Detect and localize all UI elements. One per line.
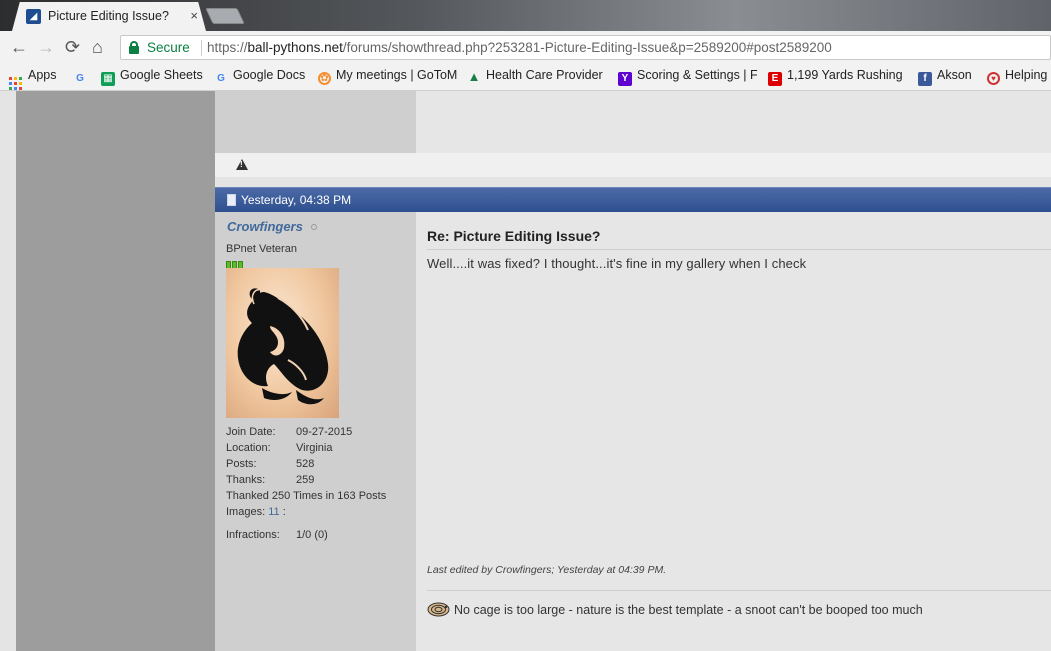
bookmark-gotomeeting[interactable]: ✿ My meetings | GoToM <box>318 68 457 85</box>
username-link[interactable]: Crowfingers <box>227 219 303 234</box>
post-body: Re: Picture Editing Issue? Well....it wa… <box>416 212 1051 651</box>
bookmark-label: Helping <box>1005 68 1048 82</box>
stat-thanked: Thanked 250 Times in 163 Posts <box>226 490 387 502</box>
user-avatar[interactable] <box>226 268 339 418</box>
browser-tab[interactable]: ◢ Picture Editing Issue? × <box>12 2 206 31</box>
post-title: Re: Picture Editing Issue? <box>427 228 601 244</box>
page-left-gutter <box>16 91 215 651</box>
url-text[interactable]: https://ball-pythons.net/forums/showthre… <box>207 40 832 55</box>
images-count-link[interactable]: 11 <box>268 506 279 518</box>
signature-divider <box>427 590 1051 591</box>
user-title: BPnet Veteran <box>226 243 297 255</box>
mountain-icon: ▲ <box>467 69 481 84</box>
apps-grid-icon <box>9 77 22 90</box>
url-path: /forums/showthread.php?253281-Picture-Ed… <box>342 40 832 55</box>
post-message: Well....it was fixed? I thought...it's f… <box>427 256 807 271</box>
yahoo-y-icon: Y <box>618 72 632 86</box>
tab-title: Picture Editing Issue? <box>48 9 169 23</box>
back-arrow-icon[interactable]: ← <box>10 37 28 57</box>
bookmark-label: My meetings | GoToM <box>336 68 458 82</box>
bookmark-label: Google Docs <box>233 68 306 82</box>
last-edited-note: Last edited by Crowfingers; Yesterday at… <box>427 564 667 576</box>
bookmark-helping[interactable]: ♥ Helping <box>987 68 1047 85</box>
bookmark-label: Google Sheets <box>120 68 203 82</box>
heart-badge-icon: ♥ <box>987 72 1000 85</box>
bookmark-espn[interactable]: E 1,199 Yards Rushing <box>768 68 903 86</box>
facebook-f-icon: f <box>918 72 932 86</box>
bookmark-label: 1,199 Yards Rushing <box>787 68 903 82</box>
bookmark-health-care[interactable]: ▲ Health Care Provider <box>467 68 603 84</box>
omnibox-divider <box>201 40 202 56</box>
post-userinfo: Crowfingers BPnet Veteran Join Date: 09-… <box>215 212 416 651</box>
bookmark-label: Apps <box>28 68 57 82</box>
forward-arrow-icon[interactable]: → <box>37 37 55 57</box>
previous-post-userinfo <box>215 91 416 153</box>
title-divider <box>427 249 1051 250</box>
address-bar[interactable]: Secure https://ball-pythons.net/forums/s… <box>120 35 1051 60</box>
snake-silhouette-icon <box>237 288 329 405</box>
new-tab-button[interactable] <box>205 8 245 24</box>
reload-icon[interactable]: ⟳ <box>65 37 80 57</box>
url-scheme: https:// <box>207 40 248 55</box>
user-signature: No cage is too large - nature is the bes… <box>454 603 923 617</box>
home-icon[interactable]: ⌂ <box>92 37 103 57</box>
offline-status-icon <box>311 224 317 230</box>
lock-icon[interactable] <box>129 41 139 54</box>
tab-strip: ◢ Picture Editing Issue? × <box>0 0 1051 31</box>
bookmark-label: Akson <box>937 68 972 82</box>
site-favicon-icon: ◢ <box>26 9 41 24</box>
close-tab-icon[interactable]: × <box>190 8 198 23</box>
forum-page: Yesterday, 04:38 PM Crowfingers BPnet Ve… <box>0 91 1051 651</box>
google-g-icon: G <box>76 73 84 84</box>
stat-images: Images: 11 : <box>226 506 286 518</box>
bookmark-akson[interactable]: f Akson <box>918 68 972 86</box>
bookmark-yahoo-scoring[interactable]: Y Scoring & Settings | F <box>618 68 758 86</box>
previous-post-footer <box>215 153 1051 177</box>
google-sheets-icon: ▦ <box>101 72 115 86</box>
post-date: Yesterday, 04:38 PM <box>241 193 352 207</box>
post-header: Yesterday, 04:38 PM <box>215 187 1051 212</box>
espn-e-icon: E <box>768 72 782 86</box>
bookmarks-bar: Apps G ▦ Google Sheets G Google Docs ✿ My m… <box>0 63 1051 91</box>
snake-coil-icon <box>427 602 450 617</box>
browser-toolbar: ← → ⟳ ⌂ Secure https://ball-pythons.net/… <box>0 31 1051 63</box>
previous-post-body <box>416 91 1051 153</box>
post-document-icon <box>227 194 236 206</box>
secure-label[interactable]: Secure <box>147 40 190 55</box>
bookmark-google-sheets[interactable]: ▦ Google Sheets <box>101 68 203 86</box>
bookmark-apps[interactable]: Apps <box>9 68 57 90</box>
google-g-icon: G <box>217 73 225 84</box>
bookmark-label: Scoring & Settings | F <box>637 68 758 82</box>
url-host: ball-pythons.net <box>247 40 343 55</box>
gotomeeting-flower-icon: ✿ <box>318 72 331 85</box>
bookmark-label: Health Care Provider <box>486 68 603 82</box>
bookmark-google-docs[interactable]: G Google Docs <box>214 68 305 86</box>
report-warning-icon[interactable] <box>236 159 248 170</box>
bookmark-google[interactable]: G <box>73 68 92 86</box>
